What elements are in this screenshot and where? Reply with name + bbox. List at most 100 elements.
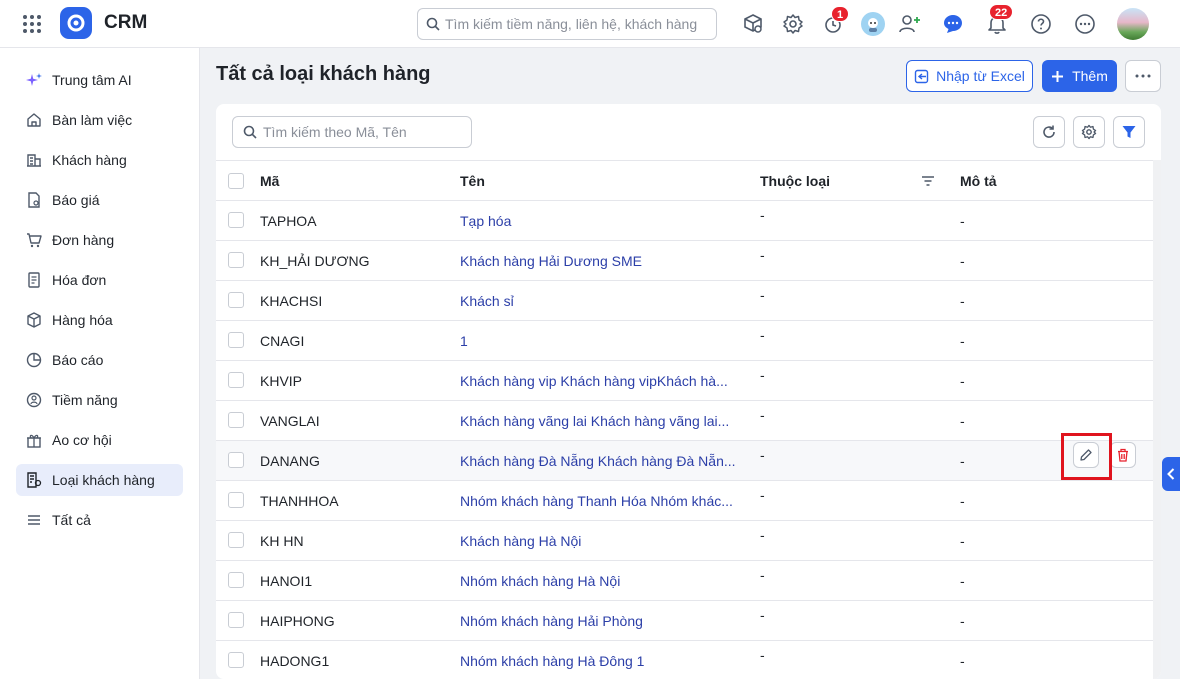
search-icon: [243, 125, 257, 139]
more-icon[interactable]: [1073, 12, 1097, 36]
cell-parent: -: [760, 527, 765, 543]
cell-name-link[interactable]: Khách hàng vip Khách hàng vipKhách hà...: [460, 373, 728, 389]
row-checkbox[interactable]: [228, 452, 244, 468]
cube-search-icon[interactable]: [741, 12, 765, 36]
user-avatar[interactable]: [1117, 8, 1149, 40]
global-search[interactable]: [417, 8, 717, 40]
cell-description: -: [960, 653, 965, 669]
table-row[interactable]: KHVIP Khách hàng vip Khách hàng vipKhách …: [216, 361, 1153, 401]
table-row[interactable]: HAIPHONG Nhóm khách hàng Hải Phòng - -: [216, 601, 1153, 641]
bot-avatar[interactable]: [861, 12, 885, 36]
cell-name-link[interactable]: Khách hàng vãng lai Khách hàng vãng lai.…: [460, 413, 729, 429]
cell-parent: -: [760, 207, 765, 223]
cell-description: -: [960, 573, 965, 589]
row-checkbox[interactable]: [228, 652, 244, 668]
sidebar-item-label: Đơn hàng: [52, 232, 115, 248]
sidebar-item-orders[interactable]: Đơn hàng: [16, 224, 183, 256]
cell-description: -: [960, 613, 965, 629]
refresh-button[interactable]: [1033, 116, 1065, 148]
collapse-panel-tab[interactable]: [1162, 457, 1180, 491]
global-search-input[interactable]: [445, 16, 705, 32]
table-row[interactable]: THANHHOA Nhóm khách hàng Thanh Hóa Nhóm k…: [216, 481, 1153, 521]
cell-name-link[interactable]: 1: [460, 333, 468, 349]
row-checkbox[interactable]: [228, 412, 244, 428]
delete-button[interactable]: [1110, 442, 1136, 468]
row-checkbox[interactable]: [228, 292, 244, 308]
table-row[interactable]: KH_HẢI DƯƠNG Khách hàng Hải Dương SME - -: [216, 241, 1153, 281]
timer-badge: 1: [831, 6, 850, 22]
cell-name-link[interactable]: Khách hàng Đà Nẵng Khách hàng Đà Nẵn...: [460, 453, 736, 469]
column-filter-icon[interactable]: [921, 175, 935, 187]
filter-button[interactable]: [1113, 116, 1145, 148]
sidebar-item-label: Trung tâm AI: [52, 72, 132, 88]
table-row[interactable]: KH HN Khách hàng Hà Nội - -: [216, 521, 1153, 561]
sidebar-item-customers[interactable]: Khách hàng: [16, 144, 183, 176]
cell-code: KH_HẢI DƯƠNG: [260, 253, 370, 269]
table-row[interactable]: TAPHOA Tạp hóa - -: [216, 201, 1153, 241]
row-checkbox[interactable]: [228, 572, 244, 588]
sidebar-item-all[interactable]: Tất cả: [16, 504, 183, 536]
sidebar-item-products[interactable]: Hàng hóa: [16, 304, 183, 336]
row-checkbox[interactable]: [228, 612, 244, 628]
import-excel-button[interactable]: Nhập từ Excel: [906, 60, 1033, 92]
row-checkbox[interactable]: [228, 332, 244, 348]
cell-name-link[interactable]: Nhóm khách hàng Thanh Hóa Nhóm khác...: [460, 493, 733, 509]
cell-name-link[interactable]: Tạp hóa: [460, 213, 511, 229]
cell-parent: -: [760, 567, 765, 583]
help-icon[interactable]: [1029, 12, 1053, 36]
table-row[interactable]: DANANG Khách hàng Đà Nẵng Khách hàng Đà N…: [216, 441, 1153, 481]
cell-name-link[interactable]: Nhóm khách hàng Hải Phòng: [460, 613, 643, 629]
table-row[interactable]: HANOI1 Nhóm khách hàng Hà Nội - -: [216, 561, 1153, 601]
table-row[interactable]: CNAGI 1 - -: [216, 321, 1153, 361]
row-checkbox[interactable]: [228, 252, 244, 268]
cell-name-link[interactable]: Nhóm khách hàng Hà Đông 1: [460, 653, 644, 669]
quote-doc-icon: [26, 192, 42, 208]
table-search[interactable]: [232, 116, 472, 148]
crm-logo[interactable]: [60, 7, 92, 39]
sidebar-item-workspace[interactable]: Bàn làm việc: [16, 104, 183, 136]
cell-code: CNAGI: [260, 333, 305, 349]
gear-icon[interactable]: [781, 12, 805, 36]
row-checkbox[interactable]: [228, 492, 244, 508]
select-all-checkbox[interactable]: [228, 173, 244, 189]
table-row[interactable]: VANGLAI Khách hàng vãng lai Khách hàng vã…: [216, 401, 1153, 441]
cell-parent: -: [760, 247, 765, 263]
sidebar-item-leads[interactable]: Tiềm năng: [16, 384, 183, 416]
table-scrollbar[interactable]: [1153, 160, 1161, 679]
table-search-input[interactable]: [263, 124, 463, 140]
row-checkbox[interactable]: [228, 532, 244, 548]
cell-name-link[interactable]: Khách hàng Hải Dương SME: [460, 253, 642, 269]
gift-icon: [26, 432, 42, 448]
cell-name-link[interactable]: Khách sỉ: [460, 293, 514, 309]
cell-name-link[interactable]: Khách hàng Hà Nội: [460, 533, 581, 549]
table-row[interactable]: KHACHSI Khách sỉ - -: [216, 281, 1153, 321]
add-button[interactable]: Thêm: [1042, 60, 1117, 92]
import-excel-label: Nhập từ Excel: [936, 68, 1025, 84]
cell-parent: -: [760, 327, 765, 343]
row-checkbox[interactable]: [228, 372, 244, 388]
sidebar-item-quotes[interactable]: Báo giá: [16, 184, 183, 216]
column-settings-button[interactable]: [1073, 116, 1105, 148]
building-icon: [26, 152, 42, 168]
cell-name-link[interactable]: Nhóm khách hàng Hà Nội: [460, 573, 620, 589]
sidebar-item-ai-center[interactable]: Trung tâm AI: [16, 64, 183, 96]
sidebar-item-reports[interactable]: Báo cáo: [16, 344, 183, 376]
column-header-name: Tên: [460, 173, 485, 189]
cell-code: TAPHOA: [260, 213, 317, 229]
sidebar-item-opportunities[interactable]: Ao cơ hội: [16, 424, 183, 456]
apps-grid-icon[interactable]: [22, 14, 42, 34]
sidebar-item-customer-types[interactable]: Loại khách hàng: [16, 464, 183, 496]
cell-code: HAIPHONG: [260, 613, 335, 629]
table-row[interactable]: HADONG1 Nhóm khách hàng Hà Đông 1 - -: [216, 641, 1153, 679]
cell-parent: -: [760, 287, 765, 303]
sidebar-item-label: Tất cả: [52, 512, 91, 528]
edit-highlight-box: [1061, 433, 1112, 480]
row-checkbox[interactable]: [228, 212, 244, 228]
sidebar-item-label: Hàng hóa: [52, 312, 113, 328]
top-bar: CRM 1 22: [0, 0, 1180, 48]
more-actions-button[interactable]: [1125, 60, 1161, 92]
chat-icon[interactable]: [941, 12, 965, 36]
add-user-icon[interactable]: [898, 12, 922, 36]
cell-code: HANOI1: [260, 573, 313, 589]
sidebar-item-invoices[interactable]: Hóa đơn: [16, 264, 183, 296]
